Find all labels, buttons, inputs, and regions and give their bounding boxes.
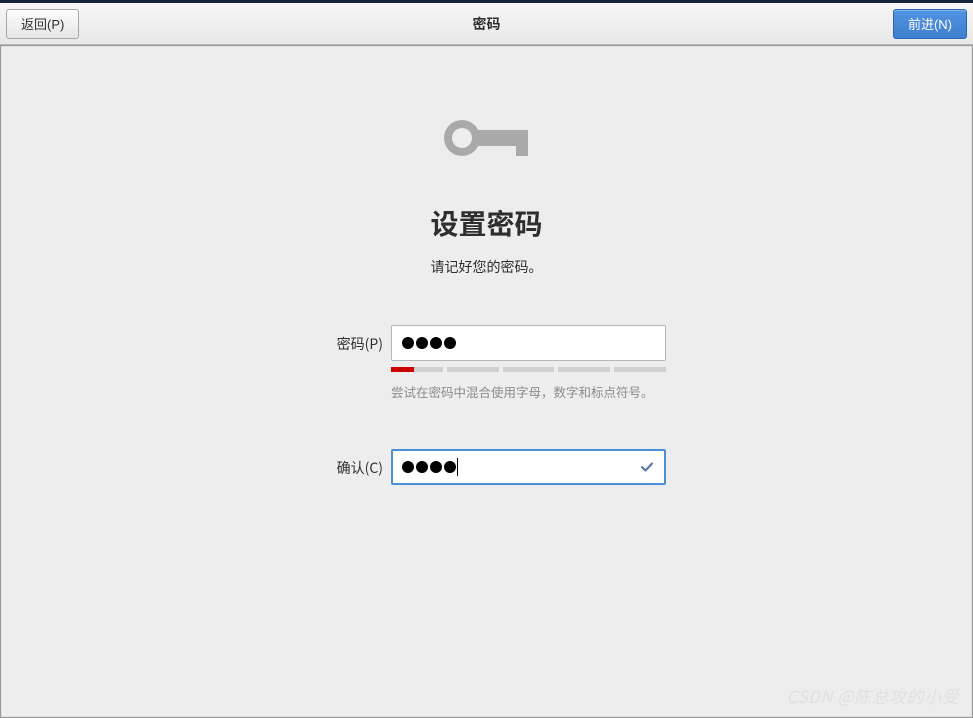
confirm-input[interactable] [391,449,666,485]
back-button[interactable]: 返回(P) [6,9,79,39]
header-bar: 返回(P) 密码 前进(N) [0,3,973,45]
confirm-label: 确认(C) [307,449,383,478]
text-cursor [457,458,458,476]
password-label: 密码(P) [307,325,383,354]
content-area: 设置密码 请记好您的密码。 密码(P) 尝试在密码中混合使用字母，数字和标点符号… [0,45,973,485]
checkmark-icon [640,455,654,479]
heading: 设置密码 [430,203,542,243]
page-title: 密码 [473,14,501,34]
subheading: 请记好您的密码。 [431,257,543,277]
next-button[interactable]: 前进(N) [893,9,967,39]
password-hint: 尝试在密码中混合使用字母，数字和标点符号。 [391,382,666,401]
key-icon [438,103,536,173]
watermark: CSDN @陈总攻的小受 [787,683,959,708]
password-input[interactable] [391,325,666,361]
password-strength-bar [391,367,666,372]
